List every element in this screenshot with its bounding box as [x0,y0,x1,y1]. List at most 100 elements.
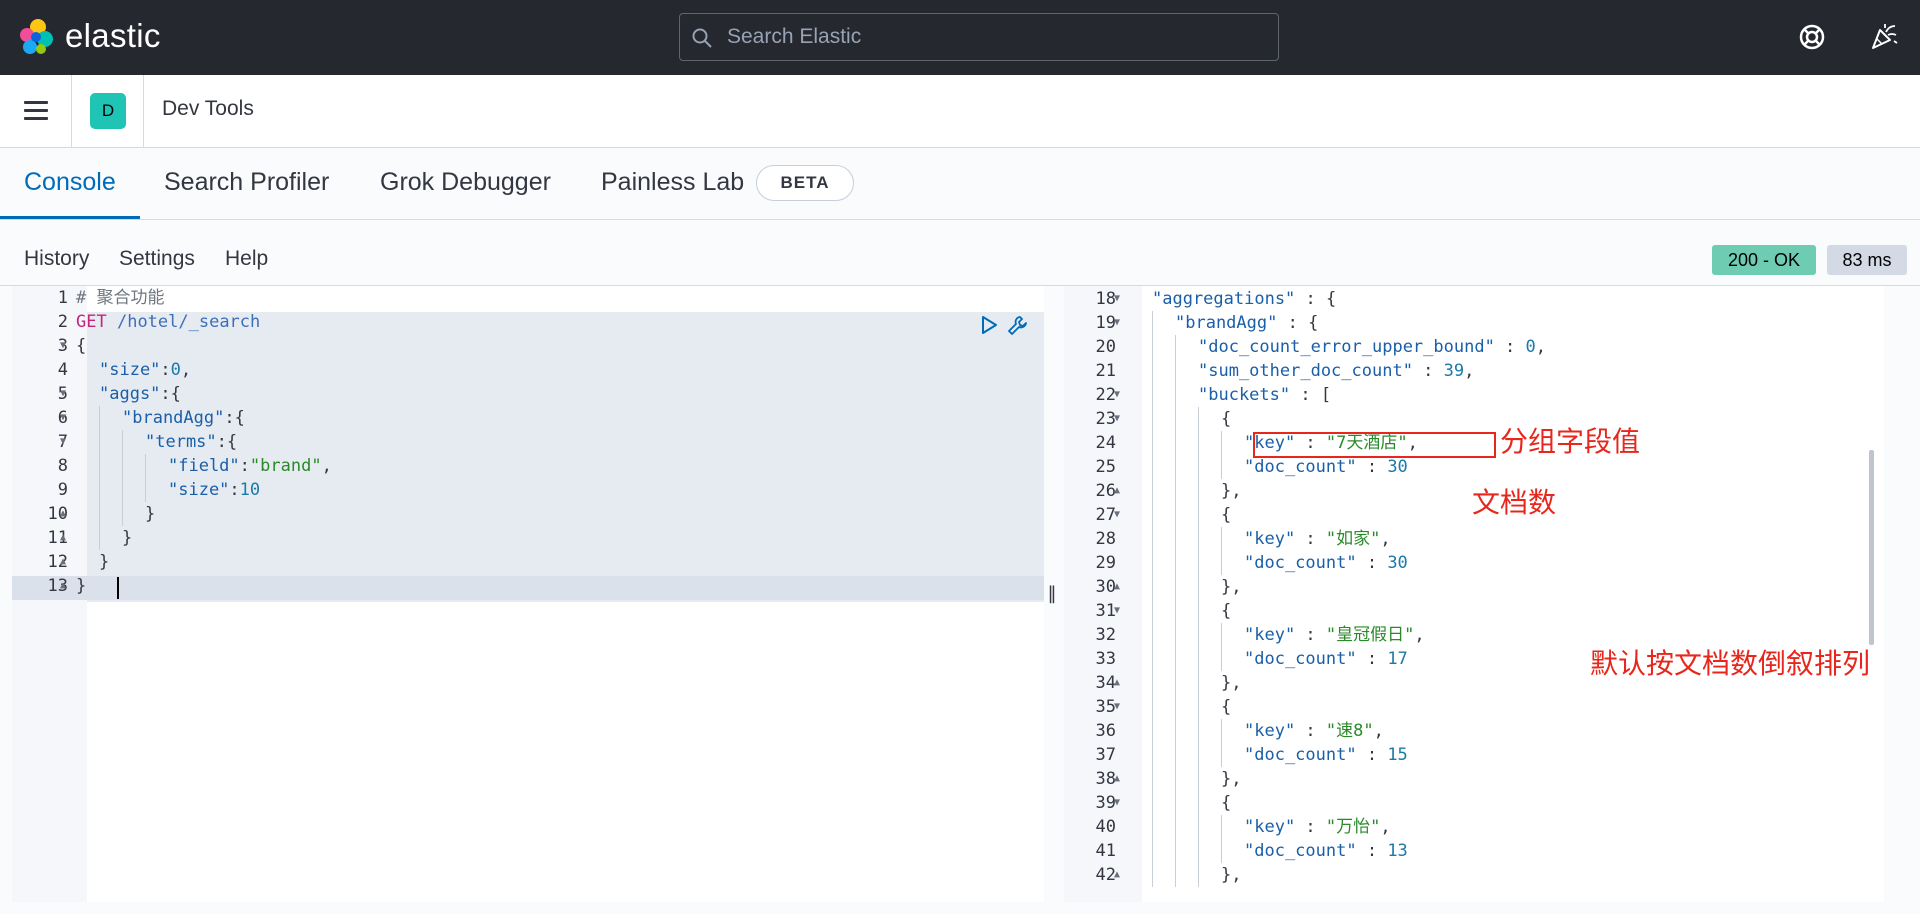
indent-guide [122,454,123,478]
fold-close-icon[interactable]: ▲ [1111,767,1123,791]
fold-close-icon[interactable]: ▲ [1111,671,1123,695]
line-number: 42 [1095,865,1116,885]
indent-guide [1198,647,1199,671]
code-token: "皇冠假日" [1325,625,1415,645]
fold-open-icon[interactable]: ▼ [1111,287,1123,311]
hamburger-icon-bar [24,109,48,112]
code-line: "size":10 [168,478,260,502]
active-tab-underline [0,216,140,219]
code-token: "key" [1244,529,1296,549]
indent-guide [1152,623,1153,647]
hamburger-icon-bar [24,117,48,120]
line-number: 27 [1095,505,1116,525]
fold-open-icon[interactable]: ▼ [1111,407,1123,431]
fold-open-icon[interactable]: ▼ [1111,695,1123,719]
fold-open-icon[interactable]: ▼ [57,382,69,406]
code-token: { [1221,505,1232,525]
code-line: { [1221,503,1231,527]
help-link[interactable]: Help [225,247,268,271]
play-icon[interactable] [978,314,1000,336]
response-scrollbar[interactable] [1869,450,1874,645]
newsfeed-party-icon[interactable] [1868,20,1900,52]
hamburger-icon-bar [24,101,48,104]
tab-search-profiler[interactable]: Search Profiler [164,168,329,197]
indent-guide [1175,527,1176,551]
line-number: 40 [1095,817,1116,837]
code-token: : [1356,457,1388,477]
tab-painless-lab[interactable]: Painless Lab [601,168,744,197]
indent-guide [122,502,123,526]
fold-close-icon[interactable]: ▲ [1111,575,1123,599]
settings-link[interactable]: Settings [119,247,195,271]
line-number: 20 [1095,337,1116,357]
indent-guide [1152,695,1153,719]
indent-guide [1198,527,1199,551]
global-search[interactable] [679,13,1279,61]
indent-guide [122,430,123,454]
help-lifebuoy-icon[interactable] [1797,22,1827,52]
fold-open-icon[interactable]: ▼ [1111,503,1123,527]
indent-guide [1175,815,1176,839]
fold-close-icon[interactable]: ▲ [57,502,69,526]
indent-guide [1221,551,1222,575]
space-avatar[interactable]: D [90,93,126,129]
code-token: : [239,456,250,476]
code-token: "sum_other_doc_count" [1198,361,1413,381]
fold-open-icon[interactable]: ▼ [1111,383,1123,407]
code-line: "terms":{ [145,430,237,454]
indent-guide [1198,791,1199,815]
code-token: } [99,552,110,572]
search-input[interactable] [727,14,1267,60]
code-token: "万怡" [1325,817,1381,837]
code-token: 30 [1387,457,1408,477]
indent-guide [145,454,146,478]
indent-guide [1198,695,1199,719]
code-token: { [1221,697,1232,717]
fold-open-icon[interactable]: ▼ [57,334,69,358]
indent-guide [122,478,123,502]
code-token: , [321,456,332,476]
code-token: { [1221,793,1232,813]
indent-guide [1198,839,1199,863]
code-token: "doc_count" [1244,649,1357,669]
fold-close-icon[interactable]: ▲ [57,526,69,550]
panel-resizer-handle[interactable]: ‖ [1046,583,1058,607]
tab-console[interactable]: Console [24,168,116,197]
fold-open-icon[interactable]: ▼ [1111,311,1123,335]
indent-guide [1152,671,1153,695]
wrench-icon[interactable] [1006,314,1030,338]
fold-close-icon[interactable]: ▲ [57,550,69,574]
tab-grok-debugger[interactable]: Grok Debugger [380,168,551,197]
fold-close-icon[interactable]: ▲ [1111,863,1123,887]
request-editor[interactable]: 1 # 聚合功能 2 GET /hotel/_search 3 ▼{4 "size":0, 5… [12,286,1044,902]
line-number: 36 [1095,721,1116,741]
fold-open-icon[interactable]: ▼ [57,406,69,430]
fold-open-icon[interactable]: ▼ [1111,791,1123,815]
code-token: "doc_count" [1244,745,1357,765]
indent-guide [1175,359,1176,383]
indent-guide [1221,815,1222,839]
elastic-logo-icon[interactable] [18,18,54,56]
brand-name[interactable]: elastic [65,17,161,55]
line-number: 9 [57,480,68,500]
code-token: "terms" [145,432,217,452]
fold-close-icon[interactable]: ▲ [1111,479,1123,503]
fold-close-icon[interactable]: ▲ [57,574,69,598]
fold-open-icon[interactable]: ▼ [57,430,69,454]
breadcrumb-bar: D Dev Tools [0,75,1920,148]
history-link[interactable]: History [24,247,89,271]
code-token: : [229,480,240,500]
indent-guide [1198,767,1199,791]
response-viewer[interactable]: 18 ▼ "aggregations" : {19 ▼ "brandAgg" : {20… [1064,286,1884,902]
fold-open-icon[interactable]: ▼ [1111,599,1123,623]
code-line: { [1221,791,1231,815]
code-token: : [ [1290,385,1332,405]
indent-guide [1198,599,1199,623]
code-token: : { [1295,289,1337,309]
menu-toggle-button[interactable] [22,99,50,123]
indent-guide [1152,815,1153,839]
beta-badge: BETA [756,165,854,201]
indent-guide [1175,839,1176,863]
code-token: GET [76,312,107,332]
indent-guide [1198,575,1199,599]
